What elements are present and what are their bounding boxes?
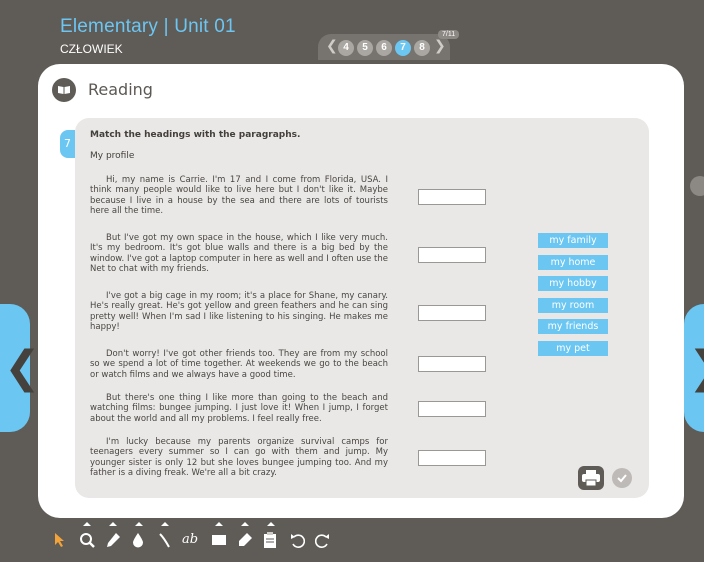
check-answers-button[interactable] [612, 468, 632, 488]
page-dot-7-active[interactable]: 7 [395, 40, 411, 56]
clipboard-icon [264, 532, 276, 548]
side-panel-handle[interactable] [690, 176, 704, 196]
chevron-right-icon: ❯ [688, 342, 704, 393]
redo-icon [315, 534, 329, 548]
pen-tool[interactable] [102, 522, 124, 552]
previous-page-button[interactable]: ❮ [0, 304, 41, 432]
answer-box-6[interactable] [418, 450, 486, 466]
eraser-icon [239, 533, 252, 546]
book-icon [52, 78, 76, 102]
heading-option-my-hobby[interactable]: my hobby [538, 276, 608, 291]
rectangle-tool[interactable] [208, 522, 230, 552]
answer-box-4[interactable] [418, 356, 486, 372]
clipboard-tool[interactable] [260, 522, 282, 552]
heading-option-my-friends[interactable]: my friends [538, 319, 608, 334]
text-title: My profile [90, 151, 135, 161]
undo-tool[interactable] [286, 528, 308, 552]
zoom-tool[interactable] [76, 522, 98, 552]
page-navigator: ❮ 4 5 6 7 8 ❯ [318, 34, 450, 60]
page-dot-4[interactable]: 4 [338, 40, 354, 56]
text-tool[interactable]: ab [180, 528, 202, 552]
ink-tool[interactable] [128, 522, 150, 552]
answer-box-1[interactable] [418, 189, 486, 205]
checkmark-icon [617, 474, 627, 483]
pager-prev-arrow[interactable]: ❮ [326, 38, 338, 54]
annotation-toolbar: ab [50, 522, 350, 558]
page-dot-6[interactable]: 6 [376, 40, 392, 56]
line-tool[interactable] [154, 522, 176, 552]
heading-option-my-family[interactable]: my family [538, 233, 608, 248]
pen-icon [107, 533, 120, 547]
paragraph-4: Don't worry! I've got other friends too.… [90, 349, 388, 380]
page-dot-8[interactable]: 8 [414, 40, 430, 56]
chevron-left-icon: ❮ [4, 342, 41, 393]
pointer-tool[interactable] [50, 528, 72, 552]
paragraph-1: Hi, my name is Carrie. I'm 17 and I come… [90, 175, 388, 217]
paragraph-3: I've got a big cage in my room; it's a p… [90, 291, 388, 333]
answer-box-5[interactable] [418, 401, 486, 417]
line-icon [159, 533, 170, 548]
unit-title: Elementary | Unit 01 [60, 16, 236, 37]
redo-tool[interactable] [312, 528, 334, 552]
unit-subtitle: CZŁOWIEK [60, 42, 123, 56]
pager-next-arrow[interactable]: ❯ [434, 38, 446, 54]
zoom-icon [80, 533, 95, 548]
undo-icon [291, 534, 305, 548]
answer-box-3[interactable] [418, 305, 486, 321]
next-page-button[interactable]: ❯ [684, 304, 704, 432]
page-dot-5[interactable]: 5 [357, 40, 373, 56]
printer-icon [582, 470, 600, 486]
exercise-instruction: Match the headings with the paragraphs. [90, 130, 301, 140]
heading-option-my-room[interactable]: my room [538, 298, 608, 313]
print-button[interactable] [578, 466, 604, 490]
eraser-tool[interactable] [234, 522, 256, 552]
heading-option-my-home[interactable]: my home [538, 255, 608, 270]
pointer-icon [55, 533, 64, 547]
rectangle-icon [212, 535, 226, 545]
ink-drop-icon [133, 533, 143, 548]
heading-option-my-pet[interactable]: my pet [538, 341, 608, 356]
exercise-number: 7 [60, 130, 75, 158]
paragraph-6: I'm lucky because my parents organize su… [90, 437, 388, 479]
section-title: Reading [88, 80, 153, 99]
answer-box-2[interactable] [418, 247, 486, 263]
paragraph-5: But there's one thing I like more than g… [90, 393, 388, 424]
paragraph-2: But I've got my own space in the house, … [90, 233, 388, 275]
text-icon: ab [182, 532, 199, 547]
page-counter: 7/11 [438, 30, 460, 39]
